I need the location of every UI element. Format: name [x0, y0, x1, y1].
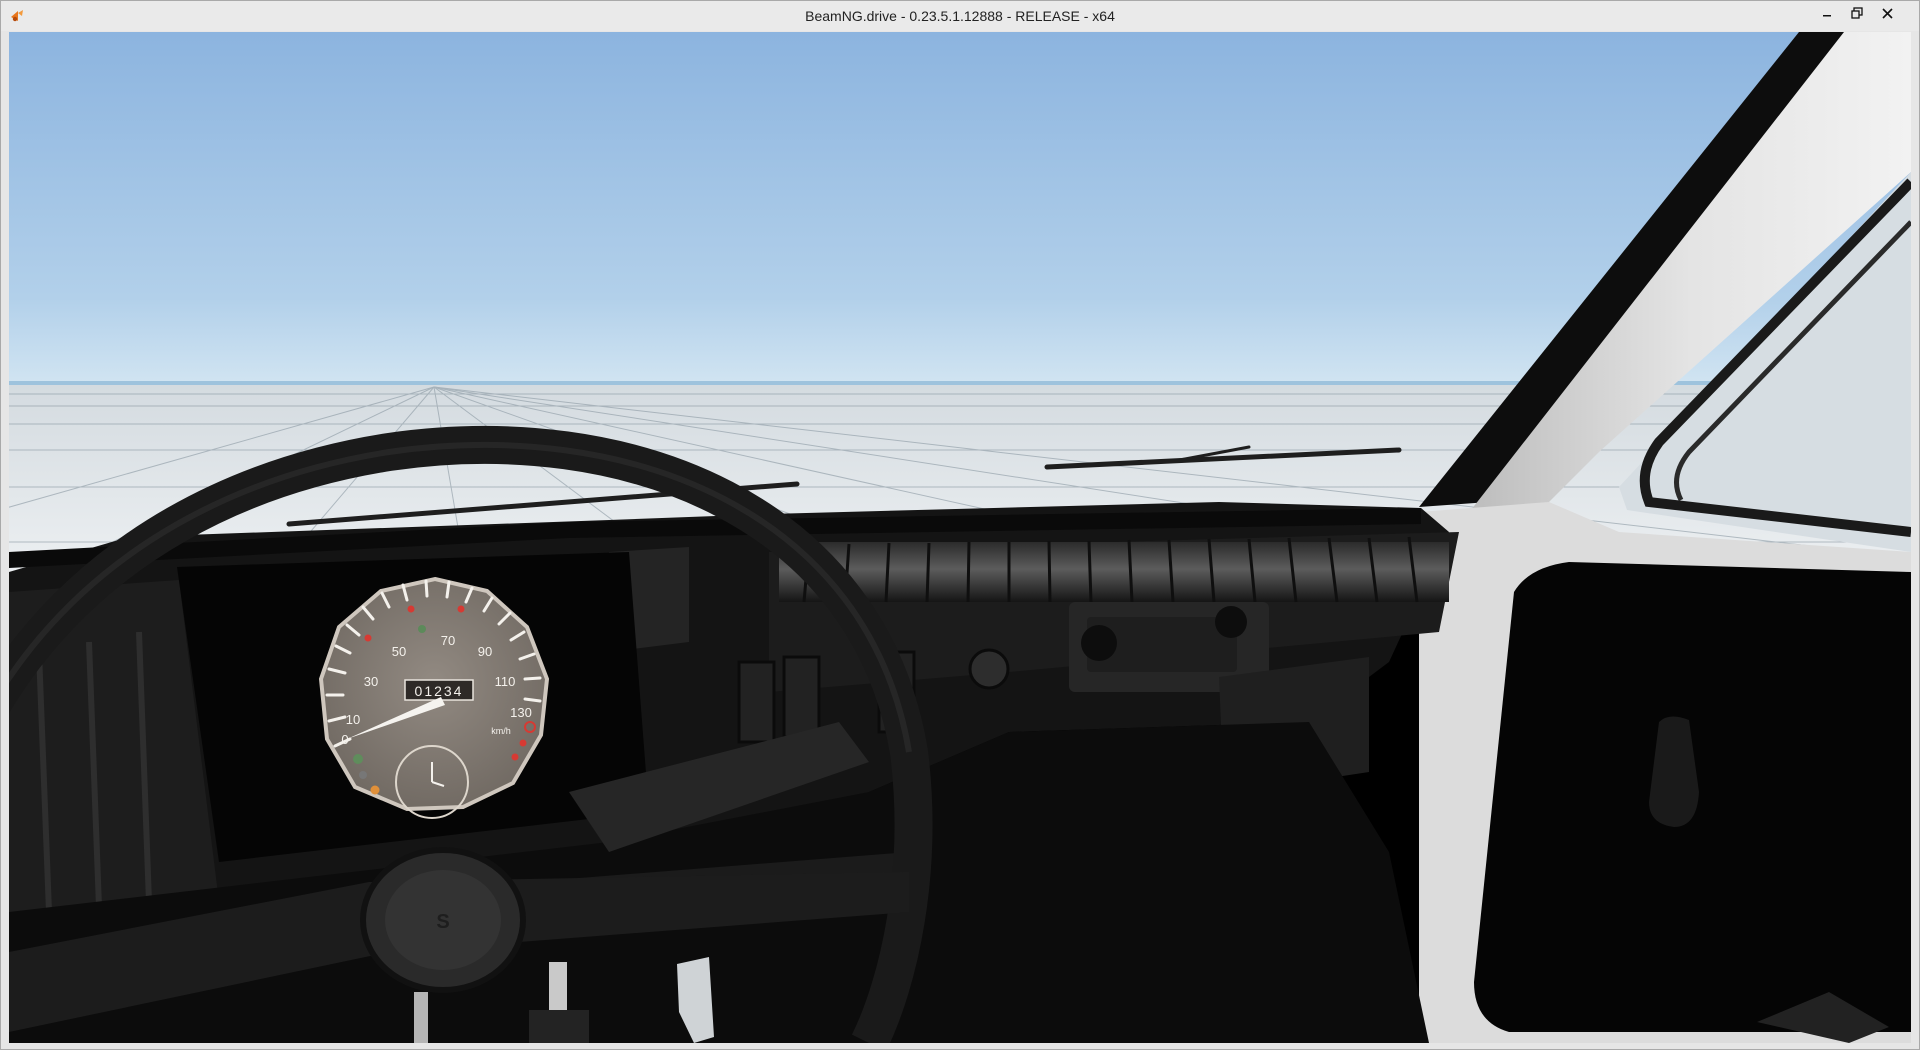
indicator-green-top: [418, 625, 426, 633]
indicator-red-1: [519, 739, 527, 747]
close-icon: [1881, 7, 1893, 19]
tick-label-90: 90: [478, 644, 492, 659]
tick-label-50: 50: [392, 644, 406, 659]
tick-label-0: 0: [341, 732, 348, 747]
cockpit-scene: 0 10 30 50 70 90 110 130 km/h 01234 S: [9, 32, 1911, 1043]
game-viewport[interactable]: 0 10 30 50 70 90 110 130 km/h 01234 S: [9, 32, 1911, 1043]
maximize-button[interactable]: [1843, 1, 1871, 25]
title-bar[interactable]: BeamNG.drive - 0.23.5.1.12888 - RELEASE …: [1, 1, 1919, 31]
window-title: BeamNG.drive - 0.23.5.1.12888 - RELEASE …: [805, 8, 1115, 24]
indicator-red-2: [511, 753, 519, 761]
tick-label-10: 10: [346, 712, 360, 727]
red-marker-50: [407, 605, 415, 613]
svg-text:S: S: [436, 911, 449, 933]
red-marker-30: [364, 634, 372, 642]
indicator-grey: [359, 771, 367, 779]
odometer-readout: 01234: [415, 683, 464, 699]
game-window: BeamNG.drive - 0.23.5.1.12888 - RELEASE …: [0, 0, 1920, 1050]
speed-unit-label: km/h: [491, 726, 511, 736]
indicator-green: [353, 754, 363, 764]
instrument-cluster: 0 10 30 50 70 90 110 130 km/h 01234: [177, 552, 649, 862]
tick-label-110: 110: [495, 674, 516, 689]
maximize-icon: [1851, 7, 1863, 19]
tick-label-30: 30: [364, 674, 378, 689]
tick-label-70: 70: [441, 633, 455, 648]
speedometer: 0 10 30 50 70 90 110 130 km/h 01234: [318, 576, 550, 819]
tick-label-130: 130: [510, 705, 532, 720]
close-button[interactable]: [1873, 1, 1901, 25]
indicator-orange: [370, 785, 380, 795]
red-marker-70: [457, 605, 465, 613]
minimize-icon: [1822, 8, 1832, 18]
minimize-button[interactable]: [1813, 1, 1841, 25]
